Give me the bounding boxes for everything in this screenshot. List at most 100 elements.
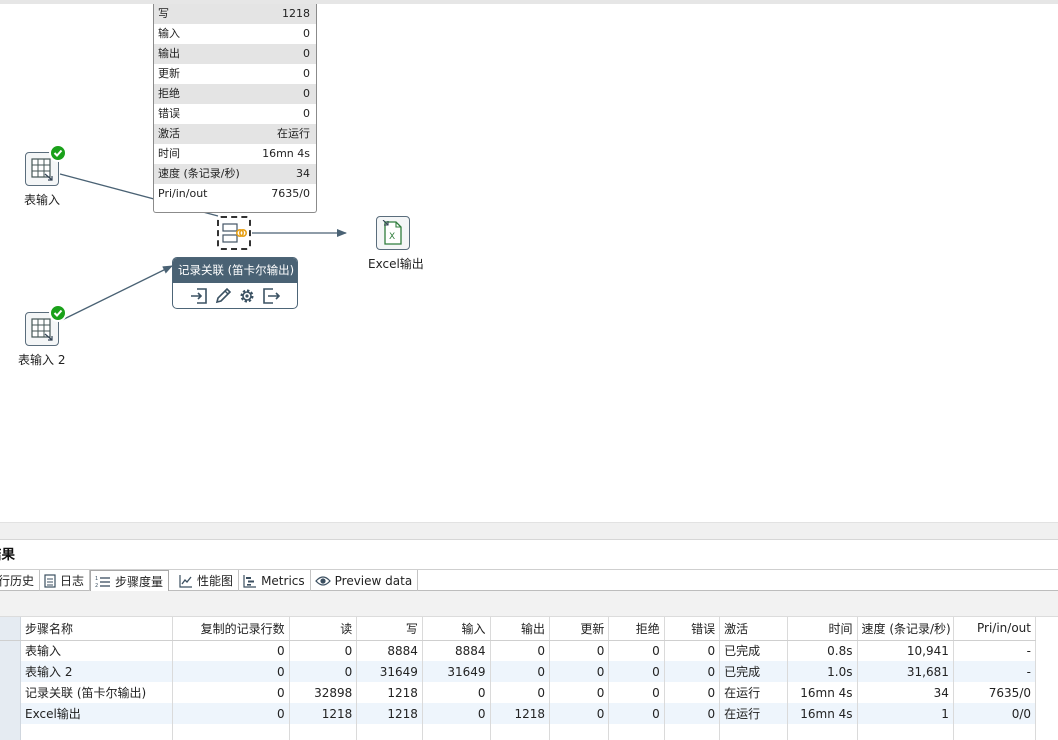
gantt-icon: [243, 574, 257, 588]
table-cell: 0: [172, 640, 290, 661]
table-cell: 0: [549, 640, 610, 661]
step-label-table-input-2: 表输入 2: [18, 353, 66, 367]
gear-icon[interactable]: [237, 286, 257, 306]
hop-table-input-2-to-join[interactable]: [59, 265, 173, 322]
column-header[interactable]: 更新: [549, 617, 610, 641]
tooltip-value: 1218: [282, 7, 310, 20]
row-header[interactable]: [0, 640, 21, 661]
tooltip-row: 输入 0: [154, 24, 316, 44]
column-header[interactable]: 输出: [490, 617, 550, 641]
table-cell: 0: [549, 661, 610, 682]
tooltip-label: 速度 (条记录/秒): [158, 167, 240, 180]
tab-label: 步骤度量: [115, 574, 164, 589]
tooltip-label: 错误: [158, 107, 180, 120]
table-cell: 16mn 4s: [787, 682, 858, 703]
table-cell: 32898: [289, 682, 358, 703]
table-cell: 0: [608, 640, 665, 661]
table-cell: 1.0s: [787, 661, 858, 682]
column-header[interactable]: 复制的记录行数: [172, 617, 290, 641]
table-cell: [490, 724, 550, 740]
table-cell: 0: [608, 661, 665, 682]
table-cell: 0: [289, 640, 358, 661]
table-cell: 34: [857, 682, 954, 703]
numbered-list-icon: 12: [95, 576, 111, 589]
step-excel-output[interactable]: X: [376, 216, 410, 250]
tooltip-row: 时间 16mn 4s: [154, 144, 316, 164]
tab-label: 行历史: [0, 573, 35, 588]
row-header[interactable]: [0, 682, 21, 703]
table-cell: [953, 724, 1037, 740]
tooltip-label: 更新: [158, 67, 180, 80]
column-header[interactable]: 写: [356, 617, 423, 641]
tab-label: 日志: [60, 573, 85, 588]
table-cell: [422, 724, 491, 740]
tab-performance-chart[interactable]: 性能图: [175, 570, 240, 591]
table-cell: 0: [172, 661, 290, 682]
results-tabs: 行历史 日志 12 步骤度量 性能图 Metrics Preview data: [0, 569, 1058, 592]
table-cell: [172, 724, 290, 740]
tooltip-value: 0: [303, 87, 310, 100]
edit-icon[interactable]: [213, 286, 233, 306]
tab-step-metrics[interactable]: 12 步骤度量: [90, 570, 170, 592]
tooltip-value: 16mn 4s: [262, 147, 310, 160]
table-cell: 10,941: [857, 640, 954, 661]
table-row[interactable]: Excel输出 0 1218 1218 0 1218 0 0 0 在运行 16mn 4s 1 0/0: [0, 703, 1037, 724]
tooltip-row: 输出 0: [154, 44, 316, 64]
table-row-empty: [0, 724, 1037, 740]
table-cell: 0: [549, 682, 610, 703]
tab-execution-history[interactable]: 行历史: [0, 570, 41, 591]
tooltip-value: 34: [296, 167, 310, 180]
tab-preview-data[interactable]: Preview data: [311, 570, 419, 591]
column-header[interactable]: 步骤名称: [20, 617, 173, 641]
tooltip-label: 输出: [158, 47, 180, 60]
column-header[interactable]: 读: [289, 617, 358, 641]
table-row[interactable]: 表输入 2 0 0 31649 31649 0 0 0 0 已完成 1.0s 31,681-: [0, 661, 1037, 682]
step-join-rows[interactable]: [217, 216, 251, 250]
column-header[interactable]: Pri/in/out: [953, 617, 1037, 641]
step-label-table-input: 表输入: [24, 193, 61, 207]
tooltip-value: 7635/0: [271, 187, 310, 200]
row-header[interactable]: [0, 661, 21, 682]
tooltip-label: 激活: [158, 127, 180, 140]
table-cell: 0: [172, 703, 290, 724]
table-cell: [289, 724, 358, 740]
output-icon[interactable]: [261, 286, 281, 306]
popup-actions: [173, 283, 297, 306]
tooltip-label: 输入: [158, 27, 180, 40]
column-header[interactable]: 激活: [719, 617, 788, 641]
table-cell: 0.8s: [787, 640, 858, 661]
tab-label: Preview data: [334, 573, 413, 588]
table-cell: 已完成: [719, 640, 788, 661]
tab-metrics[interactable]: Metrics: [239, 570, 311, 591]
popup-title: 记录关联 (笛卡尔输出): [173, 258, 297, 283]
transformation-canvas[interactable]: 表输入 表输入 2 X Excel输出 写 1218 输入 0 输出 0 更新 …: [0, 0, 1058, 522]
column-header[interactable]: 错误: [664, 617, 721, 641]
row-header-corner: [0, 617, 21, 641]
column-header[interactable]: 输入: [422, 617, 491, 641]
column-header[interactable]: 速度 (条记录/秒): [857, 617, 954, 641]
results-panel-title: 结果: [0, 543, 15, 567]
spoon-window: 表输入 表输入 2 X Excel输出 写 1218 输入 0 输出 0 更新 …: [0, 0, 1058, 740]
input-icon[interactable]: [189, 286, 209, 306]
table-row[interactable]: 记录关联 (笛卡尔输出) 0 32898 1218 0 0 0 0 0 在运行 16mn 4s 34 7…: [0, 682, 1037, 703]
table-cell: 0: [490, 640, 550, 661]
table-cell: 记录关联 (笛卡尔输出): [20, 682, 173, 703]
table-cell: [0, 724, 21, 740]
table-cell: [787, 724, 858, 740]
panel-splitter[interactable]: [0, 522, 1058, 540]
tooltip-value: 0: [303, 107, 310, 120]
column-header[interactable]: 时间: [787, 617, 858, 641]
table-input-icon: [31, 318, 53, 341]
tooltip-value: 0: [303, 47, 310, 60]
success-check-icon: [49, 144, 67, 162]
table-cell: 在运行: [719, 703, 788, 724]
table-cell: 0: [664, 703, 721, 724]
tab-log[interactable]: 日志: [40, 570, 91, 591]
step-metrics-table: 步骤名称 复制的记录行数读写输入 输出 更新 拒绝 错误 激活 时间 速度 (条记录/秒) Pri…: [0, 617, 1058, 740]
table-row[interactable]: 表输入 0 0 8884 8884 0 0 0 0 已完成 0.8s 10,941-: [0, 640, 1037, 661]
row-header[interactable]: [0, 703, 21, 724]
table-cell: 0: [549, 703, 610, 724]
table-cell: 0: [664, 661, 721, 682]
column-header[interactable]: 拒绝: [608, 617, 665, 641]
tooltip-row: 激活 在运行: [154, 124, 316, 144]
